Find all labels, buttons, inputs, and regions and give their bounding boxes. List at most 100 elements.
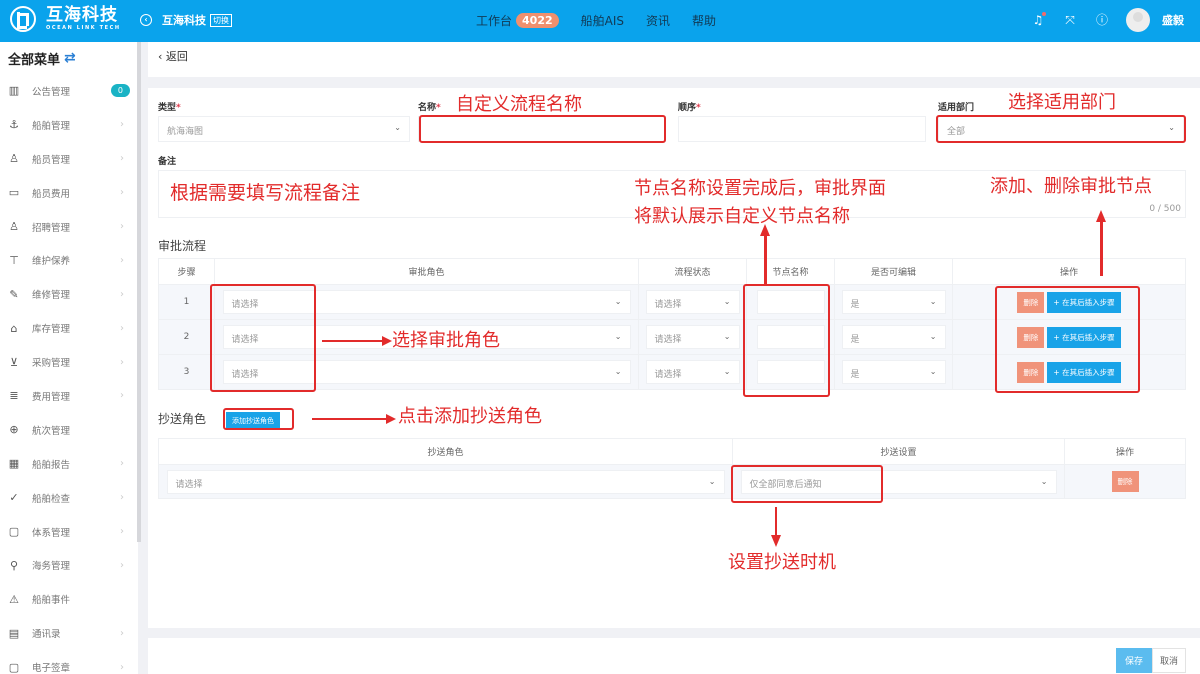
sidebar-item-label: 船舶管理 <box>32 120 71 132</box>
sidebar-item[interactable]: ⊤ 维护保养 › <box>0 243 138 277</box>
editable-select[interactable]: 是 ⌄ <box>841 360 946 384</box>
col-cc-setting: 抄送设置 <box>732 438 1065 465</box>
cc-row: 请选择 ⌄ 仅全部同意后通知 ⌄ 删除 <box>158 464 1186 499</box>
sidebar-item[interactable]: ▥ 公告管理 0 <box>0 74 138 108</box>
nav-news[interactable]: 资讯 <box>646 12 670 29</box>
sidebar-item-icon: ⚓ <box>9 118 19 132</box>
cc-delete-button[interactable]: 删除 <box>1111 471 1139 492</box>
col-cc-role: 抄送角色 <box>158 438 733 465</box>
order-input[interactable] <box>678 116 926 142</box>
nav-workbench-label: 工作台 <box>476 14 513 28</box>
sidebar-item-label: 船员费用 <box>32 188 71 200</box>
type-select[interactable]: 航海海图 ⌄ <box>158 116 410 142</box>
remark-label: 备注 <box>158 157 177 167</box>
status-select[interactable]: 请选择 ⌄ <box>645 290 740 314</box>
back-link[interactable]: ‹ 返回 <box>158 50 188 63</box>
logo-icon <box>10 6 36 32</box>
approval-section-title: 审批流程 <box>158 239 207 253</box>
sidebar-item[interactable]: ✎ 维修管理 › <box>0 277 138 311</box>
annotation-box-role <box>210 284 316 392</box>
sidebar-item[interactable]: ▦ 船舶报告 › <box>0 447 138 481</box>
chevron-down-icon: ⌄ <box>723 367 731 376</box>
username[interactable]: 盛毅 <box>1162 12 1184 28</box>
annotation-name: 自定义流程名称 <box>456 94 582 115</box>
dept-label: 适用部门 <box>938 103 975 113</box>
back-circle-icon[interactable]: ‹ <box>140 14 152 26</box>
sidebar-item[interactable]: ✓ 船舶检查 › <box>0 481 138 515</box>
sidebar-item-label: 电子签章 <box>32 663 71 674</box>
editable-select[interactable]: 是 ⌄ <box>841 290 946 314</box>
swap-icon[interactable]: ⇄ <box>64 50 76 66</box>
sidebar-item[interactable]: ▢ 体系管理 › <box>0 515 138 549</box>
editable-select[interactable]: 是 ⌄ <box>841 325 946 349</box>
sidebar-item[interactable]: ≣ 费用管理 › <box>0 379 138 413</box>
annotation-box-name <box>419 115 666 143</box>
avatar[interactable] <box>1126 8 1150 32</box>
cancel-button[interactable]: 取消 <box>1151 648 1186 673</box>
chevron-down-icon: ⌄ <box>723 332 731 341</box>
order-label: 顺序* <box>678 103 701 113</box>
cc-table: 抄送角色 抄送设置 操作 请选择 ⌄ 仅全部同意后通知 ⌄ 删除 <box>158 438 1186 499</box>
sidebar-item-icon: ⚲ <box>9 558 19 572</box>
sidebar-item-icon: ▤ <box>8 626 20 640</box>
status-select[interactable]: 请选择 ⌄ <box>645 325 740 349</box>
bell-icon[interactable]: ♫ <box>1030 12 1046 28</box>
remark-counter: 0 / 500 <box>1149 204 1181 214</box>
sidebar-item[interactable]: ♙ 船员管理 › <box>0 142 138 176</box>
sidebar-item[interactable]: ⚠ 船舶事件 <box>0 582 138 616</box>
chevron-down-icon: ⌄ <box>394 123 401 132</box>
chevron-down-icon: ⌄ <box>723 297 731 306</box>
annotation-box-add-cc <box>223 408 294 430</box>
sidebar-item[interactable]: ⚲ 海务管理 › <box>0 548 138 582</box>
chevron-right-icon: › <box>120 254 124 266</box>
chevron-right-icon: › <box>120 526 124 538</box>
fullscreen-icon[interactable]: ⤧ <box>1062 12 1078 28</box>
col-editable: 是否可编辑 <box>834 258 953 285</box>
chevron-right-icon: › <box>120 492 124 504</box>
sidebar-item[interactable]: ⊕ 航次管理 <box>0 413 138 447</box>
help-icon[interactable]: ⓘ <box>1094 12 1110 28</box>
nav-ship-ais[interactable]: 船舶AIS <box>581 12 624 29</box>
annotation-cc-time: 设置抄送时机 <box>728 552 836 573</box>
company-switcher[interactable]: ‹ 互海科技 切换 <box>140 12 232 28</box>
sidebar-item-icon: ✓ <box>9 491 19 505</box>
switch-company-button[interactable]: 切换 <box>210 13 232 27</box>
chevron-right-icon: › <box>120 661 124 673</box>
sidebar-item-label: 船舶事件 <box>32 595 71 607</box>
sidebar-item-icon: ⊤ <box>9 253 19 267</box>
chevron-down-icon: ⌄ <box>614 367 622 376</box>
annotation-arrow-cc-setting <box>775 507 777 537</box>
sidebar-item[interactable]: ▢ 电子签章 › <box>0 650 138 674</box>
sidebar-item[interactable]: ▤ 通讯录 › <box>0 616 138 650</box>
sidebar-item[interactable]: ♙ 招聘管理 › <box>0 210 138 244</box>
top-bar: 互海科技 OCEAN LINK TECH ‹ 互海科技 切换 工作台 4022 … <box>0 0 1200 42</box>
sidebar-item[interactable]: ⚓ 船舶管理 › <box>0 108 138 142</box>
save-button[interactable]: 保存 <box>1115 648 1152 673</box>
logo-subtitle: OCEAN LINK TECH <box>46 25 121 31</box>
col-node-name: 节点名称 <box>746 258 835 285</box>
cc-role-select[interactable]: 请选择 ⌄ <box>166 469 725 494</box>
status-select[interactable]: 请选择 ⌄ <box>645 360 740 384</box>
col-status: 流程状态 <box>638 258 747 285</box>
sidebar-item[interactable]: ⌂ 库存管理 › <box>0 311 138 345</box>
sidebar-item-label: 船员管理 <box>32 154 71 166</box>
chevron-down-icon: ⌄ <box>1040 476 1048 486</box>
top-nav: 工作台 4022 船舶AIS 资讯 帮助 <box>476 12 738 29</box>
annotation-node-line2: 将默认展示自定义节点名称 <box>634 206 850 227</box>
chevron-down-icon: ⌄ <box>614 332 622 341</box>
annotation-add-cc: 点击添加抄送角色 <box>398 406 542 427</box>
sidebar-scrollbar[interactable] <box>137 42 141 542</box>
chevron-down-icon: ⌄ <box>614 297 622 306</box>
sidebar-item-icon: ⊕ <box>9 423 19 437</box>
workbench-badge: 4022 <box>516 13 559 28</box>
chevron-right-icon: › <box>120 221 124 232</box>
sidebar-item[interactable]: ⊻ 采购管理 › <box>0 345 138 379</box>
sidebar-item[interactable]: ▭ 船员费用 › <box>0 176 138 210</box>
nav-help[interactable]: 帮助 <box>692 12 716 29</box>
step-number: 2 <box>183 332 190 342</box>
chevron-down-icon: ⌄ <box>929 332 937 341</box>
nav-workbench[interactable]: 工作台 4022 <box>476 12 559 29</box>
sidebar-item-icon: ▭ <box>8 186 20 200</box>
sidebar-item-label: 通讯录 <box>32 629 61 641</box>
chevron-down-icon: ⌄ <box>708 476 716 486</box>
